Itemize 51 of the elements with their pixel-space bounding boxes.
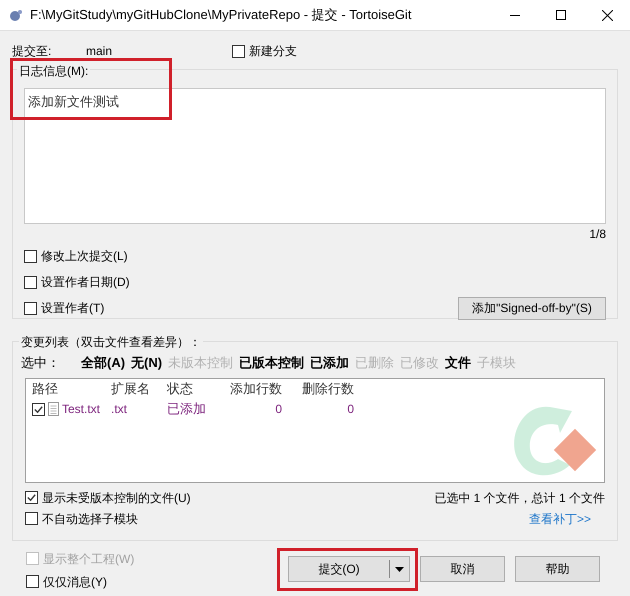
character-counter: 1/8 xyxy=(589,226,606,243)
signed-off-button[interactable]: 添加"Signed-off-by"(S) xyxy=(458,296,606,320)
branch-name: main xyxy=(86,43,114,60)
checkbox[interactable] xyxy=(32,402,45,416)
selection-summary: 已选中 1 个文件，总计 1 个文件 xyxy=(434,490,605,506)
checkbox-label: 设置作者日期(D) xyxy=(41,274,130,291)
column-header[interactable]: 路径 xyxy=(26,379,106,399)
filter-link[interactable]: 全部(A) xyxy=(81,353,126,373)
checkbox[interactable] xyxy=(232,44,245,58)
checkbox[interactable] xyxy=(24,302,37,314)
checkbox-label: 新建分支 xyxy=(249,43,297,60)
checkbox[interactable] xyxy=(24,276,37,288)
message-field[interactable]: 添加新文件测试 xyxy=(24,88,606,224)
filter-link[interactable]: 文件 xyxy=(445,353,472,373)
checkbox-label: 设置作者(T) xyxy=(41,300,104,317)
table-cell-text: 0 xyxy=(346,401,355,418)
table-cell-text: 已添加 xyxy=(166,400,207,418)
column-header[interactable]: 扩展名 xyxy=(106,379,163,399)
group-label: 变更列表（双击文件查看差异）： xyxy=(19,333,203,351)
document-icon xyxy=(48,402,59,416)
checkbox[interactable] xyxy=(25,491,38,504)
caret-icon[interactable] xyxy=(395,566,404,572)
filter-link[interactable]: 已版本控制 xyxy=(239,353,304,373)
minimize-icon xyxy=(510,14,520,16)
commit-button[interactable]: 提交(O) xyxy=(288,556,410,582)
checkbox-label: 仅仅消息(Y) xyxy=(43,574,107,590)
checkbox-label: 不自动选择子模块 xyxy=(42,510,138,528)
commit-to-label: 提交至: xyxy=(12,43,52,60)
group-label: 日志信息(M): xyxy=(17,62,90,80)
column-header[interactable]: 状态 xyxy=(163,379,218,399)
table-cell-text: Test.txt xyxy=(62,401,100,418)
checkbox-label: 显示未受版本控制的文件(U) xyxy=(42,490,191,506)
help-button[interactable]: 帮助 xyxy=(515,556,600,582)
view-patch-link[interactable]: 查看补丁>> xyxy=(528,510,591,528)
select-label: 选中： xyxy=(21,354,61,372)
checkbox-label: 修改上次提交(L) xyxy=(41,248,128,265)
checkbox[interactable] xyxy=(25,512,38,525)
app-icon xyxy=(8,8,24,22)
column-header[interactable]: 删除行数 xyxy=(288,379,360,399)
window-title: F:\MyGitStudy\myGitHubClone\MyPrivateRepo - 提交 - TortoiseGit xyxy=(30,6,412,24)
filter-link[interactable]: 已添加 xyxy=(310,353,350,373)
column-header[interactable]: 添加行数 xyxy=(218,379,288,399)
maximize-icon xyxy=(556,10,566,20)
checkbox[interactable] xyxy=(24,250,37,262)
cancel-button[interactable]: 取消 xyxy=(420,556,505,582)
table-cell-text: .txt xyxy=(110,401,128,418)
checkbox-label: 显示整个工程(W) xyxy=(43,550,134,568)
checkbox[interactable] xyxy=(26,575,39,588)
table-cell-text: 0 xyxy=(274,401,283,418)
close-icon xyxy=(602,10,612,20)
filter-link[interactable]: 无(N) xyxy=(131,353,162,373)
